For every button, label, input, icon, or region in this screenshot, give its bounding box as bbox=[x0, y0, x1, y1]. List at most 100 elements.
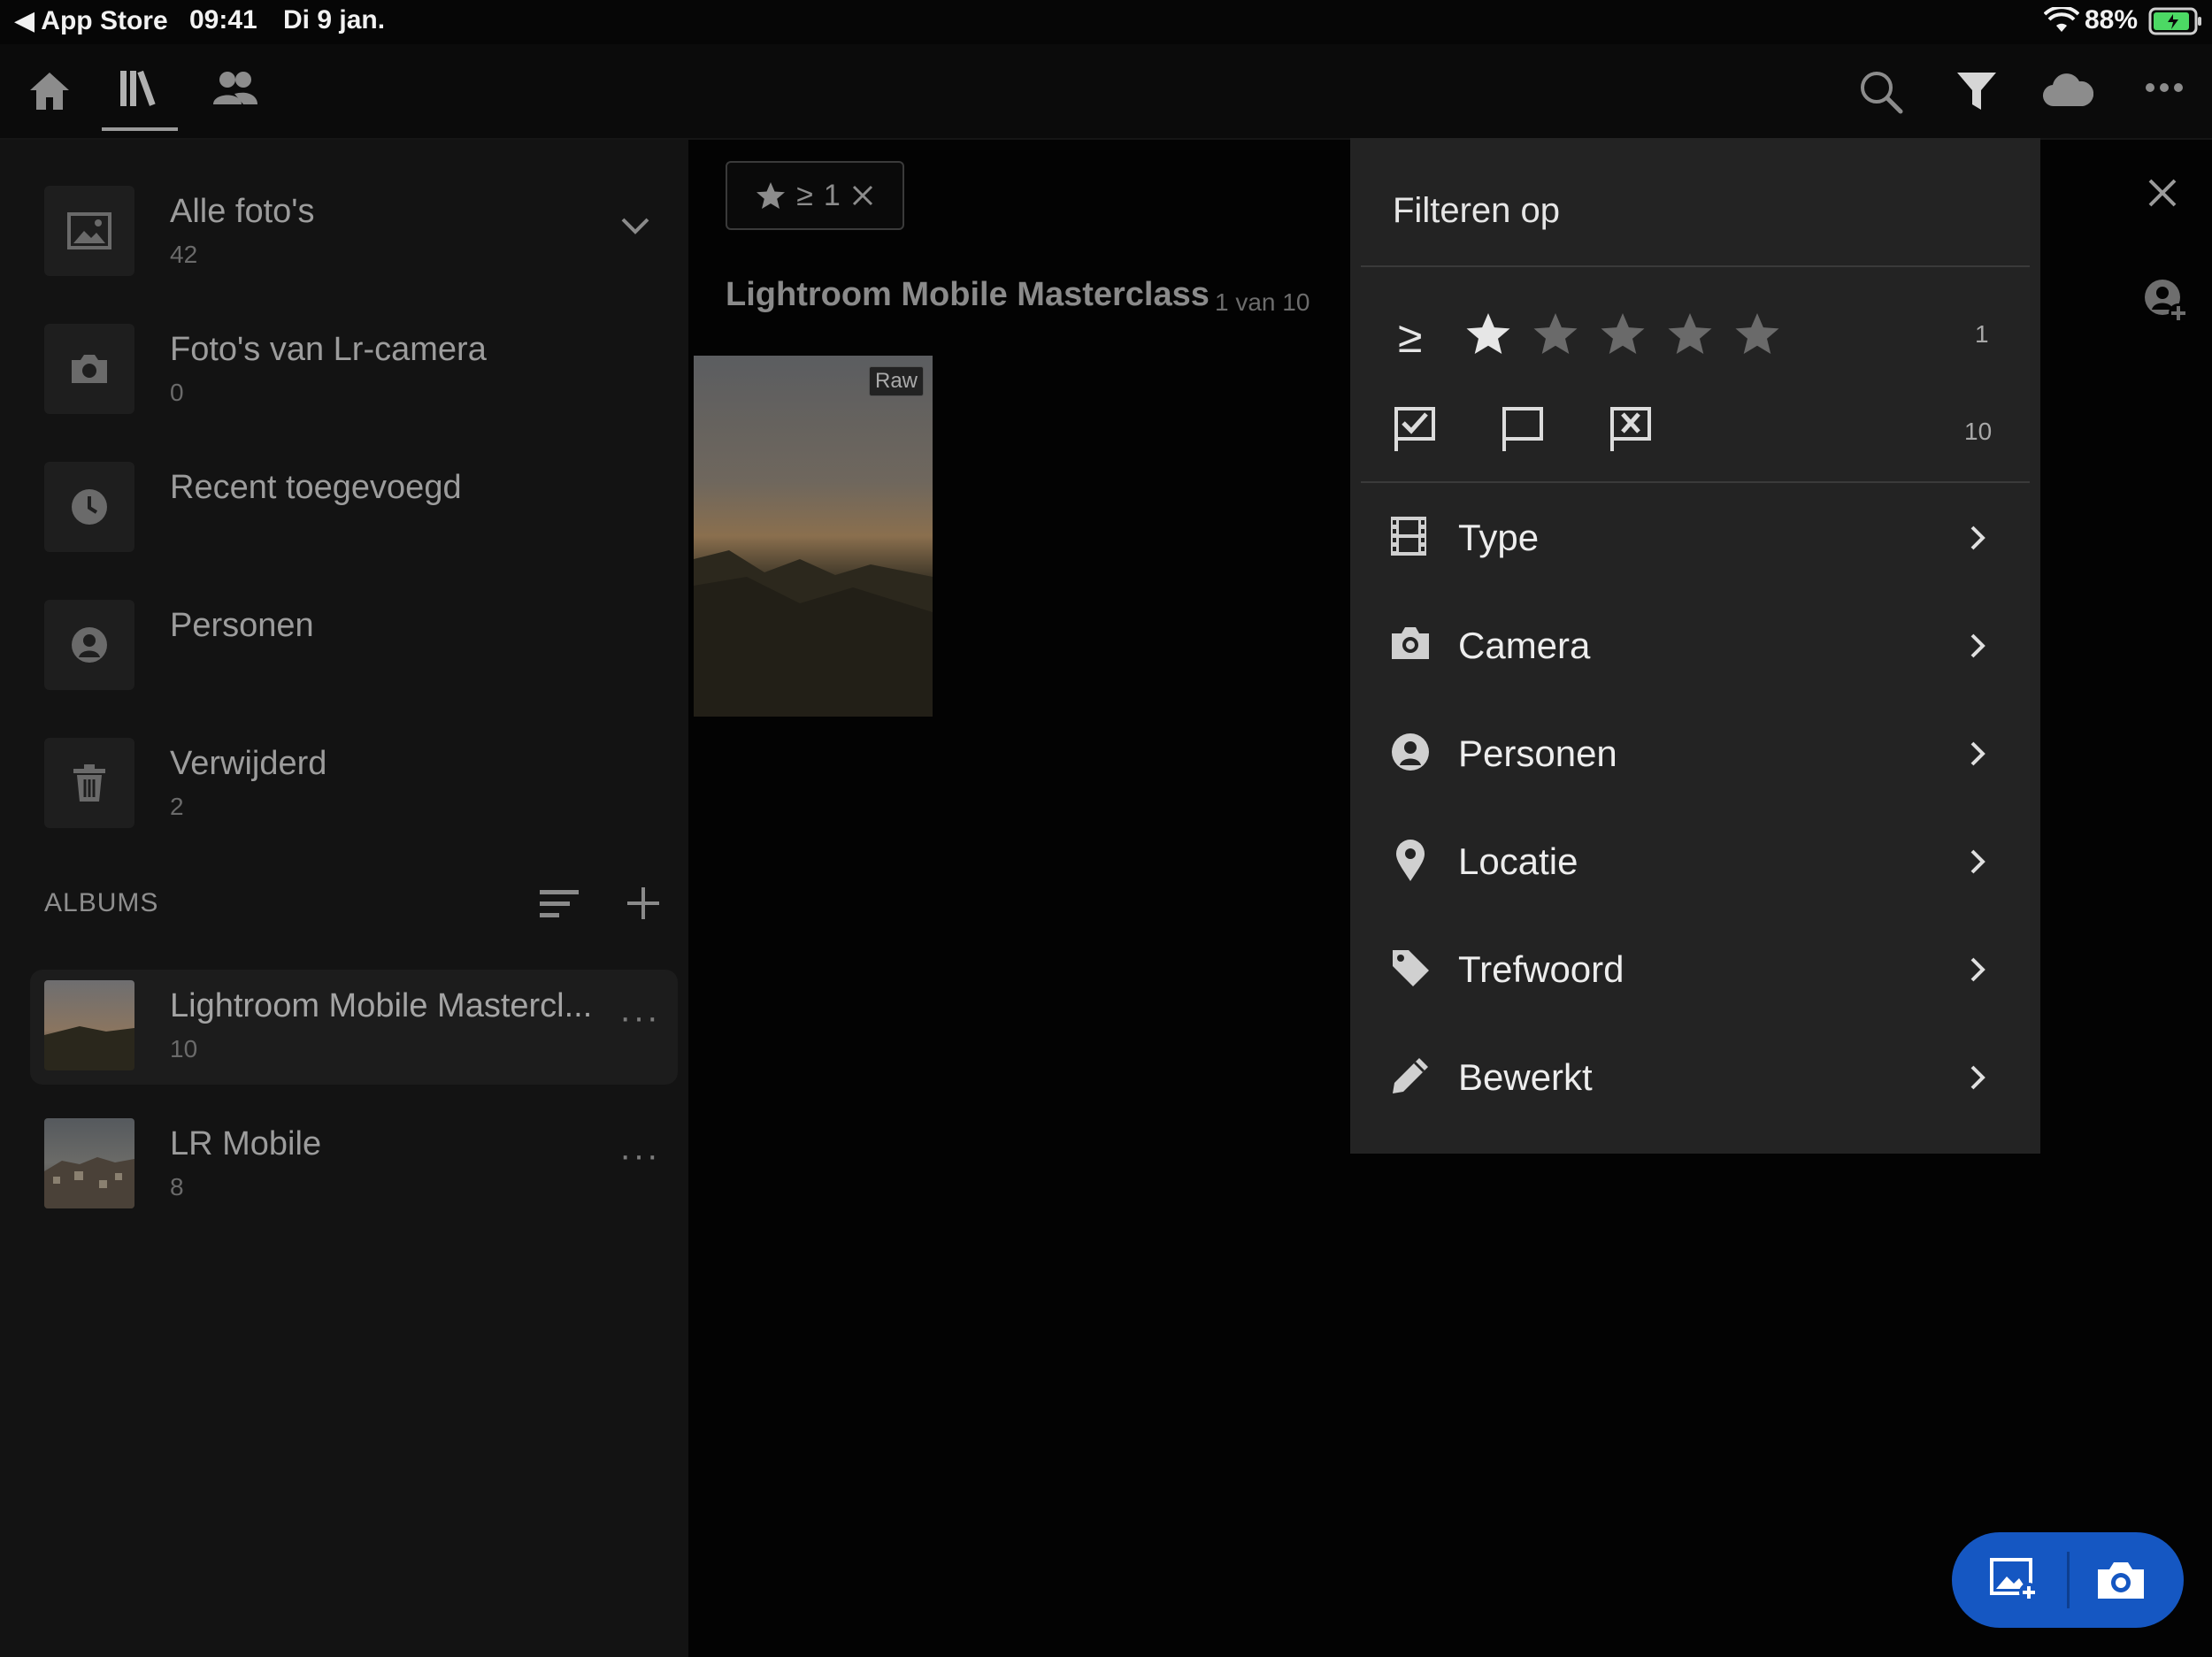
menu-label: Locatie bbox=[1458, 840, 1578, 882]
star-icon[interactable] bbox=[1734, 311, 1780, 356]
close-icon[interactable] bbox=[851, 184, 874, 207]
sidebar-item-recent[interactable]: Recent toegevoegd bbox=[0, 462, 688, 577]
filter-panel: Filteren op ≥ 1 10 Type Camera Personen bbox=[1350, 138, 2040, 1154]
person-icon bbox=[44, 600, 134, 690]
album-more-icon[interactable]: ··· bbox=[619, 1136, 660, 1176]
raw-badge: Raw bbox=[868, 366, 924, 396]
active-tab-indicator bbox=[102, 127, 178, 131]
back-to-app-store[interactable]: ◀ App Store bbox=[14, 5, 168, 36]
menu-label: Type bbox=[1458, 517, 1540, 558]
search-icon[interactable] bbox=[1858, 69, 1904, 115]
flag-rejected-icon[interactable] bbox=[1609, 405, 1655, 453]
album-row-lr-mobile[interactable]: LR Mobile 8 ··· bbox=[0, 1118, 688, 1233]
album-title: LR Mobile bbox=[170, 1125, 322, 1162]
status-bar: ◀ App Store 09:41 Di 9 jan. 88% bbox=[0, 0, 2212, 44]
sidebar-item-label: Personen bbox=[170, 607, 314, 644]
cloud-icon[interactable] bbox=[2042, 73, 2093, 108]
battery-icon bbox=[2148, 7, 2203, 35]
clock-icon bbox=[44, 462, 134, 552]
filter-keyword[interactable]: Trefwoord bbox=[1350, 917, 2040, 1023]
sidebar-item-lr-camera[interactable]: Foto's van Lr-camera 0 bbox=[0, 324, 688, 439]
top-toolbar bbox=[0, 44, 2212, 140]
flag-count: 10 bbox=[1964, 418, 1993, 445]
home-icon[interactable] bbox=[27, 69, 73, 113]
sort-icon[interactable] bbox=[538, 886, 580, 922]
album-title: Lightroom Mobile Mastercl... bbox=[170, 987, 593, 1024]
menu-label: Camera bbox=[1458, 625, 1591, 666]
sidebar-item-people[interactable]: Personen bbox=[0, 600, 688, 715]
film-icon bbox=[1389, 515, 1428, 557]
photo-thumbnail[interactable]: Raw bbox=[694, 356, 933, 717]
trash-icon bbox=[44, 738, 134, 828]
star-icon[interactable] bbox=[1532, 311, 1578, 356]
panel-title: Filteren op bbox=[1393, 191, 1560, 230]
filter-location[interactable]: Locatie bbox=[1350, 809, 2040, 915]
sidebar-item-count: 2 bbox=[170, 793, 184, 820]
filter-type[interactable]: Type bbox=[1350, 485, 2040, 591]
divider bbox=[1361, 265, 2030, 267]
fab-divider bbox=[2067, 1552, 2070, 1608]
photo-position: 1 van 10 bbox=[1215, 288, 1310, 316]
add-album-icon[interactable] bbox=[625, 885, 662, 922]
chevron-down-icon[interactable] bbox=[619, 216, 651, 235]
album-thumbnail bbox=[44, 1118, 134, 1208]
tag-icon bbox=[1389, 947, 1432, 989]
menu-label: Personen bbox=[1458, 733, 1617, 774]
sidebar-item-count: 0 bbox=[170, 379, 184, 406]
chevron-right-icon bbox=[1968, 1063, 1987, 1092]
close-icon[interactable] bbox=[2145, 175, 2180, 211]
chevron-right-icon bbox=[1968, 524, 1987, 552]
filter-people[interactable]: Personen bbox=[1350, 701, 2040, 807]
camera-icon[interactable] bbox=[2095, 1559, 2147, 1601]
add-photo-icon[interactable] bbox=[1989, 1557, 2040, 1603]
filter-camera[interactable]: Camera bbox=[1350, 593, 2040, 699]
status-time: 09:41 bbox=[189, 5, 257, 35]
albums-header: ALBUMS bbox=[44, 888, 159, 917]
import-capture-fab bbox=[1952, 1532, 2184, 1628]
sidebar-item-label: Alle foto's bbox=[170, 193, 315, 230]
chip-operator: ≥ bbox=[796, 178, 813, 212]
rating-filter-chip[interactable]: ≥ 1 bbox=[726, 161, 904, 230]
sidebar-item-label: Foto's van Lr-camera bbox=[170, 331, 487, 368]
chevron-right-icon bbox=[1968, 848, 1987, 876]
sidebar-item-all-photos[interactable]: Alle foto's 42 bbox=[0, 186, 688, 301]
status-date: Di 9 jan. bbox=[283, 5, 386, 35]
star-icon bbox=[756, 181, 786, 210]
chevron-right-icon bbox=[1968, 955, 1987, 984]
menu-label: Trefwoord bbox=[1458, 948, 1624, 990]
star-icon[interactable] bbox=[1465, 311, 1511, 356]
album-more-icon[interactable]: ··· bbox=[619, 998, 660, 1038]
pencil-icon bbox=[1389, 1055, 1432, 1097]
rating-stars[interactable] bbox=[1465, 311, 1780, 356]
album-thumbnail bbox=[44, 980, 134, 1070]
star-icon[interactable] bbox=[1600, 311, 1646, 356]
person-icon bbox=[1389, 731, 1432, 773]
rating-operator[interactable]: ≥ bbox=[1398, 311, 1422, 363]
sidebar-item-deleted[interactable]: Verwijderd 2 bbox=[0, 738, 688, 853]
star-icon[interactable] bbox=[1667, 311, 1713, 356]
filter-edited[interactable]: Bewerkt bbox=[1350, 1024, 2040, 1131]
sidebar-item-count: 42 bbox=[170, 241, 198, 268]
add-person-icon[interactable] bbox=[2141, 276, 2191, 326]
photo-icon bbox=[44, 186, 134, 276]
battery-percentage: 88% bbox=[2085, 5, 2139, 35]
divider bbox=[1361, 481, 2030, 483]
sidebar-item-label: Verwijderd bbox=[170, 745, 327, 782]
more-icon[interactable] bbox=[2145, 81, 2184, 94]
sidebar-item-label: Recent toegevoegd bbox=[170, 469, 462, 506]
people-icon[interactable] bbox=[211, 67, 260, 111]
camera-icon bbox=[44, 324, 134, 414]
chevron-right-icon bbox=[1968, 740, 1987, 768]
album-heading: Lightroom Mobile Masterclass bbox=[726, 276, 1210, 313]
flag-unflagged-icon[interactable] bbox=[1501, 405, 1547, 453]
album-row-masterclass[interactable]: Lightroom Mobile Mastercl... 10 ··· bbox=[0, 980, 688, 1095]
rating-count: 1 bbox=[1975, 320, 1989, 348]
library-icon[interactable] bbox=[117, 65, 163, 111]
chevron-right-icon bbox=[1968, 632, 1987, 660]
sidebar: Alle foto's 42 Foto's van Lr-camera 0 Re… bbox=[0, 140, 688, 1657]
camera-icon bbox=[1389, 625, 1432, 662]
flag-picked-icon[interactable] bbox=[1393, 405, 1439, 453]
location-pin-icon bbox=[1394, 839, 1426, 883]
chip-value: 1 bbox=[823, 178, 841, 212]
filter-icon[interactable] bbox=[1955, 69, 1998, 113]
